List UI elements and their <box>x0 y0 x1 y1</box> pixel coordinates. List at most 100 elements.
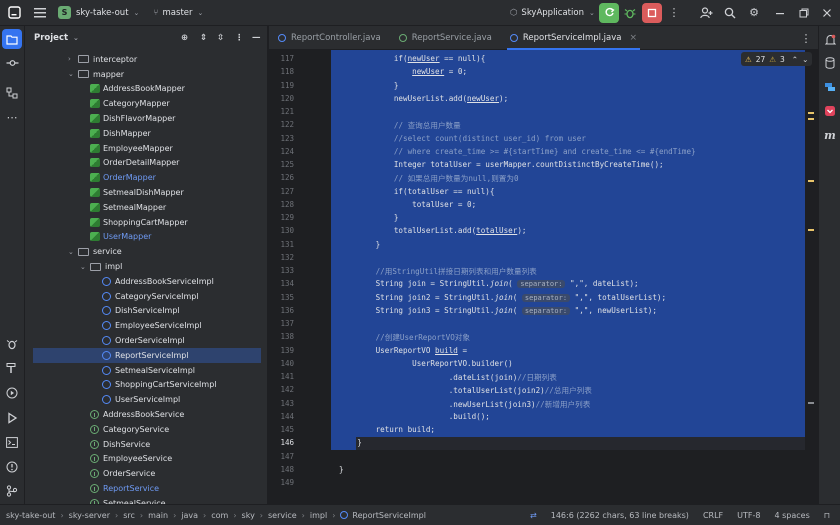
collapse-all-icon[interactable]: ⇳ <box>217 33 224 43</box>
stop-button[interactable] <box>642 2 662 23</box>
run-services-icon[interactable] <box>2 383 22 403</box>
tree-item[interactable]: UserServiceImpl <box>102 392 180 407</box>
notifications-bell-icon[interactable] <box>820 30 840 50</box>
breadcrumb-item[interactable]: java <box>181 511 198 520</box>
tree-item[interactable]: OrderService <box>90 466 155 481</box>
minimize-button[interactable] <box>770 3 790 23</box>
warning-stripe[interactable] <box>808 112 814 114</box>
maven-icon[interactable]: m <box>820 125 840 145</box>
tree-item[interactable]: AddressBookService <box>90 407 184 422</box>
restore-button[interactable] <box>794 3 814 23</box>
project-selector[interactable]: S sky-take-out ⌄ <box>58 0 139 26</box>
code-line[interactable]: //创建UserReportVO对象 <box>339 332 470 343</box>
tree-item[interactable]: UserMapper <box>90 230 151 245</box>
tab-options-icon[interactable]: ⋮ <box>796 28 816 48</box>
tree-item[interactable]: EmployeeServiceImpl <box>102 318 202 333</box>
tree-item[interactable]: SetmealServiceImpl <box>102 363 195 378</box>
app-logo-icon[interactable] <box>4 3 24 23</box>
tab-report-service[interactable]: ReportService.java <box>390 26 501 50</box>
build-hammer-icon[interactable] <box>2 358 22 378</box>
tree-item[interactable]: OrderDetailMapper <box>90 156 179 171</box>
code-line[interactable]: } <box>339 465 344 474</box>
problems-icon[interactable] <box>2 457 22 477</box>
tree-item[interactable]: ShoppingCartServiceImpl <box>102 378 217 393</box>
tree-item[interactable]: CategoryServiceImpl <box>102 289 199 304</box>
tree-folder-mapper[interactable]: ⌄ mapper <box>68 67 124 82</box>
code-line[interactable]: UserReportVO build = <box>339 346 467 355</box>
more-tools-icon[interactable]: ⋯ <box>2 107 22 127</box>
code-line[interactable]: .dateList(join)//日期列表 <box>339 372 557 383</box>
tree-item[interactable]: ShoppingCartMapper <box>90 215 188 230</box>
next-highlight-icon[interactable]: ⌄ <box>802 55 808 64</box>
tree-folder-service[interactable]: ⌄ service <box>68 244 122 259</box>
more-actions-icon[interactable]: ⋮ <box>664 3 684 23</box>
code-line[interactable]: //select count(distinct user_id) from us… <box>339 134 586 143</box>
tree-item[interactable]: SetmealDishMapper <box>90 185 184 200</box>
code-line[interactable]: // 如果总用户数量为null,则置为0 <box>339 173 519 184</box>
code-line[interactable]: .build(); <box>339 412 490 421</box>
code-line[interactable]: .newUserList(join3)//新增用户列表 <box>339 399 591 410</box>
code-line[interactable]: } <box>339 81 399 90</box>
project-panel-title[interactable]: Project <box>34 33 68 43</box>
tree-item[interactable]: EmployeeService <box>90 452 172 467</box>
tree-item[interactable]: ReportServiceImpl <box>33 348 261 363</box>
code-line[interactable]: // 查询总用户数量 <box>339 120 461 131</box>
tree-folder-impl[interactable]: ⌄ impl <box>80 259 122 274</box>
database-icon[interactable] <box>820 53 840 73</box>
settings-gear-icon[interactable]: ⚙ <box>744 3 764 23</box>
caret-position[interactable]: 146:6 (2262 chars, 63 line breaks) <box>551 511 689 520</box>
breadcrumb-item[interactable]: service <box>268 511 297 520</box>
expand-arrow-icon[interactable]: ⌄ <box>68 248 78 256</box>
code-line[interactable]: } <box>339 438 362 447</box>
warning-stripe[interactable] <box>808 180 814 182</box>
structure-icon[interactable] <box>2 83 22 103</box>
tree-item[interactable]: DishServiceImpl <box>102 304 180 319</box>
warning-stripe[interactable] <box>808 118 814 120</box>
code-line[interactable]: UserReportVO.builder() <box>339 359 513 368</box>
code-line[interactable]: String join = StringUtil.join( separator… <box>339 279 639 289</box>
warning-stripe[interactable] <box>808 402 814 404</box>
tree-item[interactable]: EmployeeMapper <box>90 141 173 156</box>
code-line[interactable]: Integer totalUser = userMapper.countDist… <box>339 160 664 169</box>
breadcrumb-item[interactable]: sky <box>242 511 255 520</box>
code-line[interactable]: totalUser = 0; <box>339 200 476 209</box>
breadcrumb-item[interactable]: main <box>148 511 168 520</box>
tree-item[interactable]: CategoryMapper <box>90 96 170 111</box>
expand-arrow-icon[interactable]: ⌄ <box>80 263 90 271</box>
close-tab-icon[interactable]: × <box>630 33 638 43</box>
plugin-blue-icon[interactable] <box>820 77 840 97</box>
git-icon[interactable] <box>2 481 22 501</box>
commit-icon[interactable] <box>2 53 22 73</box>
tree-item[interactable]: AddressBookServiceImpl <box>102 274 214 289</box>
tree-item[interactable]: DishMapper <box>90 126 151 141</box>
expand-collapse-icon[interactable]: ⇕ <box>200 33 207 43</box>
expand-arrow-icon[interactable]: ⌄ <box>68 70 78 78</box>
file-encoding[interactable]: UTF-8 <box>737 511 760 520</box>
branch-selector[interactable]: ⑂ master ⌄ <box>153 0 203 26</box>
run-icon[interactable] <box>2 408 22 428</box>
breadcrumb-item[interactable]: com <box>211 511 228 520</box>
warning-stripe[interactable] <box>808 229 814 231</box>
code-line[interactable]: totalUserList.add(totalUser); <box>339 226 527 235</box>
chevron-down-icon[interactable]: ⌄ <box>73 34 79 42</box>
line-separator[interactable]: CRLF <box>703 511 723 520</box>
plugin-red-icon[interactable] <box>820 101 840 121</box>
tree-item[interactable]: OrderServiceImpl <box>102 333 185 348</box>
project-tool-icon[interactable] <box>2 29 22 49</box>
breadcrumb-item[interactable]: impl <box>310 511 327 520</box>
run-config-selector[interactable]: ⬡ SkyApplication ⌄ <box>510 0 595 26</box>
code-line[interactable]: } <box>339 240 381 249</box>
tab-report-service-impl[interactable]: ReportServiceImpl.java × <box>501 26 646 50</box>
breadcrumb-item[interactable]: sky-take-out <box>6 511 55 520</box>
breadcrumb-item[interactable]: src <box>123 511 135 520</box>
tree-folder-interceptor[interactable]: › interceptor <box>68 52 137 67</box>
tree-item[interactable]: CategoryService <box>90 422 169 437</box>
code-line[interactable]: // where create_time >= #{startTime} and… <box>339 147 696 156</box>
code-line[interactable]: if(newUser == null){ <box>339 54 485 63</box>
debug-icon[interactable] <box>620 3 640 23</box>
tree-item[interactable]: OrderMapper <box>90 170 156 185</box>
terminal-icon[interactable] <box>2 432 22 452</box>
inspection-widget[interactable]: ⚠ 27 ⚠ 3 ⌃ ⌄ <box>741 52 813 66</box>
rerun-button[interactable] <box>599 2 619 23</box>
code-line[interactable]: String join2 = StringUtil.join( separato… <box>339 293 666 302</box>
